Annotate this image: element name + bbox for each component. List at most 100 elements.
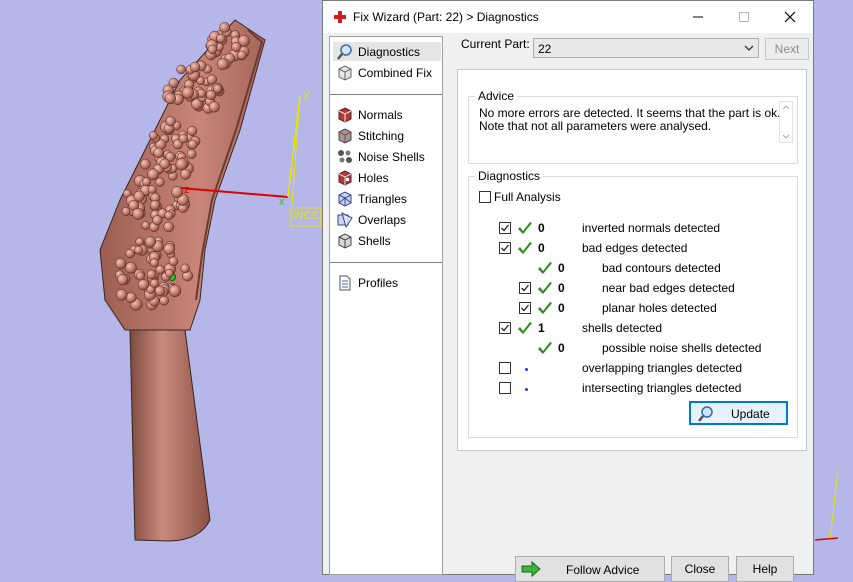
check-ok-icon	[537, 261, 553, 275]
bead	[159, 295, 169, 306]
minimize-button[interactable]	[675, 1, 721, 33]
bead	[180, 263, 190, 274]
title-bar[interactable]: Fix Wizard (Part: 22) > Diagnostics	[323, 1, 813, 33]
bead	[133, 190, 145, 202]
scroll-arrows-icon	[782, 105, 790, 139]
bead	[163, 243, 176, 255]
diagnostic-checkbox[interactable]	[499, 362, 511, 374]
diagnostic-row: 0 bad contours detected	[469, 260, 797, 278]
nav-item-stitching[interactable]: Stitching	[333, 126, 441, 145]
check-ok-icon	[517, 221, 533, 235]
diagnostic-row: overlapping triangles detected	[469, 360, 797, 378]
advice-title: Advice	[475, 89, 518, 103]
diagnostic-checkbox[interactable]	[499, 382, 511, 394]
arrow-right-icon	[521, 560, 541, 578]
check-ok-icon	[517, 321, 533, 335]
bead	[208, 101, 220, 113]
bead	[132, 208, 144, 220]
close-button[interactable]: Close	[671, 556, 729, 582]
bead	[141, 221, 151, 230]
checkmark-icon	[501, 224, 510, 232]
bead	[168, 256, 179, 267]
nav-item-diagnostics[interactable]: Diagnostics	[333, 42, 441, 61]
advice-line-2: Note that not all parameters were analys…	[479, 119, 712, 133]
bead	[154, 285, 166, 297]
nav-item-holes[interactable]: Holes	[333, 168, 441, 187]
diagnostic-row: 0 planar holes detected	[469, 300, 797, 318]
bead	[149, 278, 160, 288]
next-button[interactable]: Next	[765, 38, 809, 60]
nav-label-diagnostics: Diagnostics	[358, 44, 421, 59]
bead	[181, 86, 194, 99]
help-button[interactable]: Help	[736, 556, 794, 582]
bead	[207, 44, 218, 55]
diagnostic-label: intersecting triangles detected	[582, 381, 742, 395]
full-analysis-label: Full Analysis	[494, 190, 561, 204]
next-button-label: Next	[774, 42, 800, 56]
bead	[121, 206, 131, 216]
advice-scrollbar[interactable]	[779, 101, 793, 143]
maximize-button[interactable]	[721, 1, 767, 33]
current-part-select[interactable]: 22	[533, 38, 759, 58]
diagnostic-label: inverted normals detected	[582, 221, 721, 235]
diagnostic-checkbox[interactable]	[519, 302, 531, 314]
normals-cube-icon	[338, 106, 352, 123]
diagnostic-checkbox[interactable]	[519, 282, 531, 294]
triangles-icon	[338, 190, 352, 207]
stitching-cube-icon	[338, 127, 352, 144]
nav-item-profiles[interactable]: Profiles	[333, 273, 441, 292]
bead	[178, 133, 189, 144]
bead	[155, 177, 165, 187]
bead	[175, 158, 188, 171]
bead	[135, 237, 144, 246]
medical-cross-icon	[334, 11, 346, 23]
check-ok-icon	[537, 341, 553, 355]
checkmark-icon	[521, 304, 530, 312]
bead	[171, 186, 184, 198]
follow-advice-button[interactable]: Follow Advice	[515, 556, 665, 582]
nav-separator	[330, 94, 442, 95]
nav-label-profiles: Profiles	[358, 275, 399, 290]
magnifier-icon	[337, 43, 352, 60]
bead	[153, 147, 164, 159]
magnifier-icon	[698, 406, 713, 422]
bead	[140, 158, 151, 170]
nav-item-triangles[interactable]: Triangles	[333, 189, 441, 208]
help-button-label: Help	[752, 562, 778, 576]
overlaps-icon	[337, 211, 353, 228]
nav-label-triangles: Triangles	[358, 191, 407, 206]
nav-item-overlaps[interactable]: Overlaps	[333, 210, 441, 229]
pending-dot-icon	[525, 368, 528, 371]
check-ok-icon	[537, 281, 553, 295]
checkmark-icon	[521, 284, 530, 292]
nav-item-combined-fix[interactable]: Combined Fix	[333, 63, 441, 82]
nav-label-stitching: Stitching	[358, 128, 405, 143]
diagnostics-group: Diagnostics Full Analysis 0 inverted norm…	[468, 169, 798, 438]
nav-label-shells: Shells	[358, 233, 391, 248]
full-analysis-checkbox[interactable]	[479, 191, 491, 203]
update-button[interactable]: Update	[689, 401, 788, 425]
diagnostic-checkbox[interactable]	[499, 222, 511, 234]
nav-label-combined-fix: Combined Fix	[358, 65, 433, 80]
holes-cube-icon	[338, 169, 352, 186]
bead	[144, 236, 157, 248]
diagnostic-checkbox[interactable]	[499, 242, 511, 254]
minimize-icon	[693, 16, 703, 18]
check-ok-icon	[537, 301, 553, 315]
nav-item-normals[interactable]: Normals	[333, 105, 441, 124]
nav-item-noise-shells[interactable]: Noise Shells	[333, 147, 441, 166]
diagnostic-count: 0	[558, 281, 565, 295]
bead	[149, 131, 158, 140]
diagnostic-count: 0	[558, 301, 565, 315]
nav-item-shells[interactable]: Shells	[333, 231, 441, 250]
bead	[152, 215, 163, 226]
diagnostic-count: 1	[538, 321, 545, 335]
diagnostic-checkbox[interactable]	[499, 322, 511, 334]
close-window-button[interactable]	[767, 1, 813, 33]
pending-dot-icon	[525, 388, 528, 391]
chevron-down-icon	[744, 45, 754, 51]
bead	[237, 50, 247, 60]
nav-label-holes: Holes	[358, 170, 389, 185]
axis-x-label: x	[279, 196, 285, 208]
bead	[147, 185, 157, 194]
